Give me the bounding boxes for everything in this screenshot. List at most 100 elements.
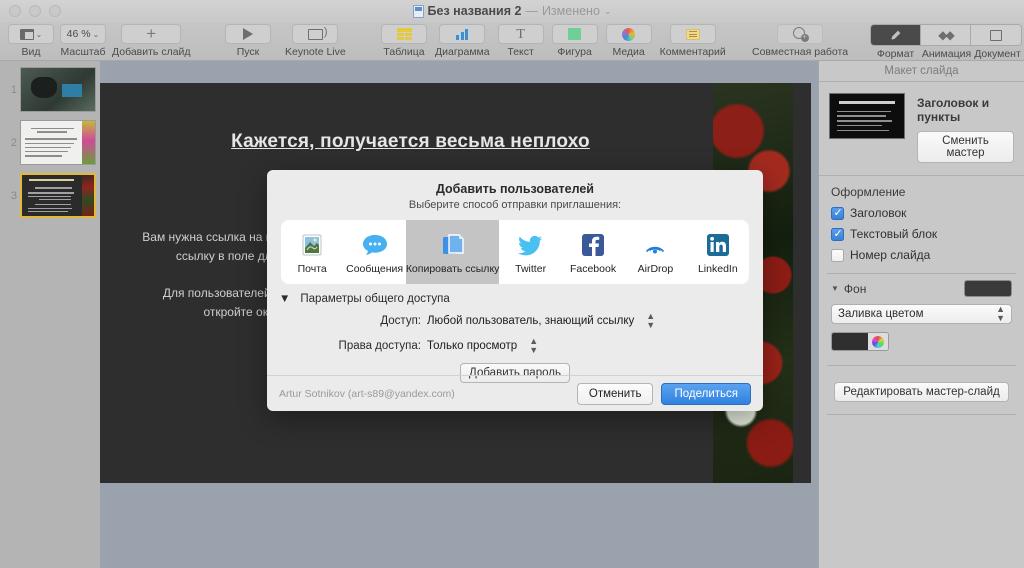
insert-comment-button[interactable]: Комментарий [660,22,726,58]
permission-label: Права доступа: [338,340,421,352]
tab-format[interactable] [871,25,921,45]
document-panel-icon [990,29,1002,41]
twitter-icon [516,230,546,260]
share-method-linkedin-label: LinkedIn [697,262,738,275]
main-toolbar: ⌄ Вид 46 % ⌄ Масштаб + Добавить слайд Пус… [0,22,1024,61]
fill-color-swatch[interactable] [832,333,868,350]
insert-media-label: Медиа [612,46,645,58]
display-icon [307,26,328,40]
checkbox-row-title[interactable]: Заголовок [831,206,1012,220]
mail-icon [297,230,327,260]
access-row: Доступ: Любой пользователь, знающий ссыл… [267,312,763,330]
title-separator: — [525,4,538,18]
copy-link-icon [438,230,468,260]
linkedin-icon [703,230,733,260]
slide-title[interactable]: Кажется, получается весьма неплохо [100,131,721,153]
layout-preview-thumbnail[interactable] [829,93,905,139]
insert-table-button[interactable]: Таблица [381,22,427,58]
color-wheel-icon [872,335,884,348]
navigator-slide-2[interactable]: 2 [0,120,100,165]
collaborate-label: Совместная работа [752,46,849,58]
permission-value[interactable]: Только просмотр [427,340,517,352]
slide-layout-row: Заголовок и пункты Сменить мастер [819,82,1024,175]
insert-chart-button[interactable]: Диаграмма [435,22,490,58]
insert-chart-label: Диаграмма [435,46,490,58]
slide-thumbnail[interactable] [20,67,96,112]
zoom-button[interactable]: 46 % ⌄ Масштаб [60,22,106,58]
checkbox-slide-number[interactable] [831,248,844,262]
play-icon [243,28,253,40]
insert-text-label: Текст [507,46,534,58]
share-method-facebook[interactable]: Facebook [562,220,624,284]
access-label: Доступ: [380,315,421,327]
zoom-label: Масштаб [60,46,106,58]
permission-stepper-icon[interactable]: ▲ ▼ [529,337,538,355]
format-icon [891,30,901,40]
change-master-button[interactable]: Сменить мастер [917,131,1014,163]
zoom-value: 46 % [66,28,91,40]
insert-media-button[interactable]: Медиа [605,22,652,58]
checkbox-slide-number-label: Номер слайда [850,248,931,262]
insert-text-button[interactable]: T Текст [497,22,544,58]
disclosure-triangle-icon[interactable]: ▼ [831,284,839,293]
messages-icon [360,230,390,260]
slide-thumbnail[interactable] [20,120,96,165]
add-slide-label: Добавить слайд [112,46,191,58]
toolbar-collaborate-group: + Совместная работа [752,22,848,58]
collaborate-button[interactable]: + Совместная работа [752,22,848,58]
edit-master-slide-button[interactable]: Редактировать мастер-слайд [834,382,1009,402]
window-title-text: Без названия 2 [427,4,522,18]
insert-shape-label: Фигура [557,46,592,58]
color-picker-row[interactable] [831,332,889,351]
keynote-live-button[interactable]: Keynote Live [285,22,346,58]
play-label: Пуск [236,46,260,58]
chevron-down-icon[interactable]: ⌄ [604,6,612,17]
slide-thumbnail-selected[interactable] [20,173,96,218]
share-method-copy-link[interactable]: Копировать ссылку [405,220,500,284]
checkbox-title-label: Заголовок [850,206,907,220]
play-button[interactable]: Пуск [225,22,271,58]
keynote-live-label: Keynote Live [285,46,346,58]
format-inspector-panel: Макет слайда Заголовок и пункты Сменить … [818,61,1024,568]
share-options-header[interactable]: ▼ Параметры общего доступа [267,284,763,305]
layout-name: Заголовок и пункты [917,96,990,124]
add-people-dialog[interactable]: Добавить пользователей Выберите способ о… [267,170,763,411]
share-button[interactable]: Поделиться [661,382,751,405]
cancel-button[interactable]: Отменить [576,382,654,405]
share-method-twitter[interactable]: Twitter [499,220,561,284]
account-info: Artur Sotnikov (art-s89@yandex.com) [279,387,455,400]
access-value[interactable]: Любой пользователь, знающий ссылку [427,315,634,327]
background-label: Фон [843,281,867,296]
share-method-messages[interactable]: Сообщения [343,220,405,284]
slide-navigator[interactable]: 1 2 3 [0,61,100,568]
appearance-section: Оформление Заголовок Текстовый блок Номе… [819,176,1024,273]
tab-document[interactable] [971,25,1021,45]
navigator-slide-1[interactable]: 1 [0,67,100,112]
document-icon [412,4,424,18]
divider [827,414,1016,415]
background-section-header[interactable]: ▼ Фон [819,274,1024,304]
insert-shape-button[interactable]: Фигура [551,22,598,58]
disclosure-triangle-icon[interactable]: ▼ [279,293,290,305]
collaborate-icon: + [792,27,809,42]
share-method-airdrop[interactable]: AirDrop [624,220,686,284]
checkbox-title[interactable] [831,206,844,220]
navigator-slide-3[interactable]: 3 [0,173,100,218]
view-button[interactable]: ⌄ Вид [8,22,54,58]
insert-table-label: Таблица [383,46,425,58]
share-method-facebook-label: Facebook [569,262,617,275]
share-method-mail[interactable]: Почта [281,220,343,284]
toolbar-insert-group: Таблица Диаграмма T Текст Фигура Медиа К… [381,22,726,58]
share-method-copy-link-label: Копировать ссылку [405,262,500,275]
add-slide-button[interactable]: + Добавить слайд [112,22,191,58]
color-wheel-button[interactable] [868,333,888,350]
window-title: Без названия 2 — Изменено ⌄ [0,4,1024,18]
tab-animate[interactable]: ◆◆ [921,25,971,45]
checkbox-body[interactable] [831,227,844,241]
checkbox-row-slide-number[interactable]: Номер слайда [831,248,1012,262]
access-stepper-icon[interactable]: ▲ ▼ [646,312,655,330]
background-fill-select[interactable]: Заливка цветом ▲ ▼ [831,304,1012,324]
background-color-swatch[interactable] [964,280,1012,297]
share-method-linkedin[interactable]: LinkedIn [687,220,749,284]
checkbox-row-body[interactable]: Текстовый блок [831,227,1012,241]
